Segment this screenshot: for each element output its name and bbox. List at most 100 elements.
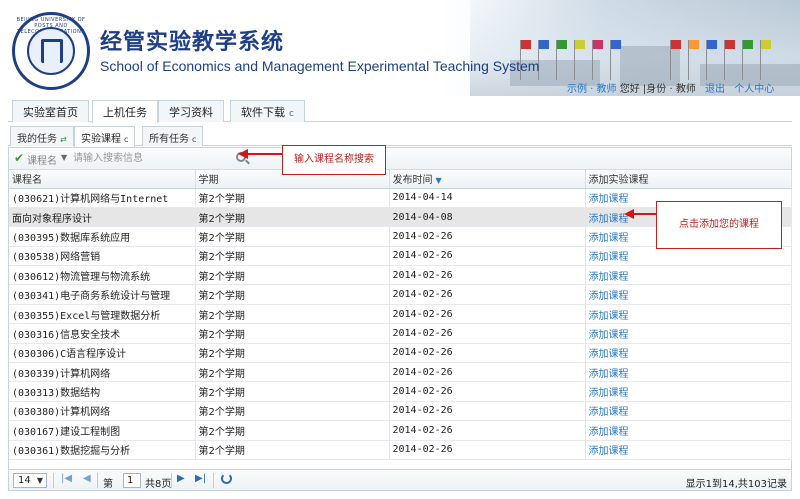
term-cell-text: 第2个学期 bbox=[198, 310, 245, 322]
refresh-icon[interactable]: c bbox=[289, 109, 294, 119]
table-row[interactable]: (030380)计算机网络 第2个学期 2014-02-26 添加课程 bbox=[9, 401, 792, 422]
publish-date-cell-text: 2014-02-26 bbox=[392, 230, 453, 242]
tab-software-download[interactable]: 软件下载 c bbox=[230, 100, 305, 122]
table-row[interactable]: (030316)信息安全技术 第2个学期 2014-02-26 添加课程 bbox=[9, 323, 792, 344]
term-cell: 第2个学期 bbox=[195, 226, 390, 247]
column-label: 学期 bbox=[198, 175, 219, 187]
course-name-cell: (030313)数据结构 bbox=[9, 381, 196, 402]
tab-label: 所有任务 bbox=[149, 134, 189, 145]
term-cell-text: 第2个学期 bbox=[198, 349, 245, 361]
course-name-cell: (030306)C语言程序设计 bbox=[9, 343, 196, 364]
personal-center-link[interactable]: 个人中心 bbox=[734, 84, 774, 95]
course-name-cell: (030339)计算机网络 bbox=[9, 362, 196, 383]
publish-date-cell: 2014-02-26 bbox=[389, 401, 586, 422]
add-course-link[interactable]: 添加课程 bbox=[589, 349, 629, 360]
term-cell-text: 第2个学期 bbox=[198, 291, 245, 303]
publish-date-cell-text: 2014-04-14 bbox=[392, 192, 453, 204]
refresh-icon[interactable]: ⇄ bbox=[60, 135, 67, 144]
publish-date-cell: 2014-02-26 bbox=[389, 265, 586, 286]
tab-label: 我的任务 bbox=[17, 134, 57, 145]
search-tip-callout: 输入课程名称搜索 bbox=[282, 145, 386, 175]
sub-tab-bar: 我的任务 ⇄ 实验课程 c 所有任务 c bbox=[8, 124, 792, 147]
column-label: 课程名 bbox=[12, 175, 42, 187]
chevron-down-icon: ▼ bbox=[36, 476, 43, 485]
term-cell-text: 第2个学期 bbox=[198, 213, 245, 225]
table-row[interactable]: (030306)C语言程序设计 第2个学期 2014-02-26 添加课程 bbox=[9, 343, 792, 364]
sort-desc-icon[interactable]: ▼ bbox=[436, 176, 442, 185]
add-course-link[interactable]: 添加课程 bbox=[589, 427, 629, 438]
tab-label: 学习资料 bbox=[169, 106, 213, 119]
add-course-cell: 添加课程 bbox=[585, 284, 792, 305]
add-course-link[interactable]: 添加课程 bbox=[589, 272, 629, 283]
term-cell-text: 第2个学期 bbox=[198, 388, 245, 400]
publish-date-cell-text: 2014-02-26 bbox=[392, 366, 453, 378]
search-tip-arrow bbox=[246, 153, 282, 155]
table-row[interactable]: (030313)数据结构 第2个学期 2014-02-26 添加课程 bbox=[9, 381, 792, 402]
tab-study-materials[interactable]: 学习资料 bbox=[158, 100, 224, 122]
table-row[interactable]: (030167)建设工程制图 第2个学期 2014-02-26 添加课程 bbox=[9, 420, 792, 441]
course-name-cell-text: (030612)物流管理与物流系统 bbox=[12, 271, 151, 283]
add-course-link[interactable]: 添加课程 bbox=[589, 407, 629, 418]
refresh-icon[interactable]: c bbox=[192, 135, 196, 144]
term-cell-text: 第2个学期 bbox=[198, 368, 245, 380]
tab-lab-courses[interactable]: 实验课程 c bbox=[74, 126, 136, 147]
table-row[interactable]: (030538)网络营销 第2个学期 2014-02-26 添加课程 bbox=[9, 246, 792, 267]
tab-my-tasks[interactable]: 我的任务 ⇄ bbox=[10, 126, 74, 146]
add-course-link[interactable]: 添加课程 bbox=[589, 214, 629, 225]
table-row[interactable]: (030341)电子商务系统设计与管理 第2个学期 2014-02-26 添加课程 bbox=[9, 284, 792, 305]
add-course-link[interactable]: 添加课程 bbox=[589, 388, 629, 399]
user-name-link[interactable]: 示例 · 教师 bbox=[567, 84, 617, 95]
page-size-select[interactable]: 14 ▼ bbox=[13, 473, 47, 488]
course-name-cell: (030355)Excel与管理数据分析 bbox=[9, 304, 196, 325]
table-row[interactable]: (030361)数据挖掘与分析 第2个学期 2014-02-26 添加课程 bbox=[9, 440, 792, 460]
publish-date-cell-text: 2014-02-26 bbox=[392, 424, 453, 436]
add-course-link[interactable]: 添加课程 bbox=[589, 311, 629, 322]
add-course-link[interactable]: 添加课程 bbox=[589, 369, 629, 380]
course-name-cell: (030621)计算机网络与Internet bbox=[9, 188, 196, 208]
tab-all-tasks[interactable]: 所有任务 c bbox=[142, 126, 204, 146]
term-cell-text: 第2个学期 bbox=[198, 271, 245, 283]
table-row[interactable]: (030612)物流管理与物流系统 第2个学期 2014-02-26 添加课程 bbox=[9, 265, 792, 286]
chevron-down-icon[interactable]: ▼ bbox=[61, 153, 67, 162]
term-cell: 第2个学期 bbox=[195, 323, 390, 344]
table-row[interactable]: (030355)Excel与管理数据分析 第2个学期 2014-02-26 添加课程 bbox=[9, 304, 792, 325]
tab-label: 实验课程 bbox=[81, 134, 121, 145]
page-number-input[interactable]: 1 bbox=[123, 473, 141, 488]
column-header-publish-date[interactable]: 发布时间 ▼ bbox=[389, 170, 586, 189]
publish-date-cell-text: 2014-02-26 bbox=[392, 327, 453, 339]
prev-page-icon[interactable]: ◀ bbox=[83, 473, 91, 484]
term-cell: 第2个学期 bbox=[195, 420, 390, 441]
add-course-link[interactable]: 添加课程 bbox=[589, 446, 629, 457]
search-input[interactable] bbox=[73, 151, 243, 166]
logout-link[interactable]: 退出 bbox=[705, 84, 725, 95]
publish-date-cell-text: 2014-02-26 bbox=[392, 405, 453, 417]
add-course-link[interactable]: 添加课程 bbox=[589, 252, 629, 263]
add-course-link[interactable]: 添加课程 bbox=[589, 233, 629, 244]
tab-lab-tasks[interactable]: 上机任务 bbox=[92, 100, 158, 123]
tab-label: 上机任务 bbox=[103, 106, 147, 119]
search-field-select[interactable]: 课程名 bbox=[27, 152, 57, 167]
last-page-icon[interactable]: ▶| bbox=[195, 473, 206, 484]
course-name-cell: (030612)物流管理与物流系统 bbox=[9, 265, 196, 286]
course-name-cell-text: (030313)数据结构 bbox=[12, 388, 101, 400]
publish-date-cell: 2014-02-26 bbox=[389, 323, 586, 344]
add-course-link[interactable]: 添加课程 bbox=[589, 291, 629, 302]
role-text: |身份 · 教师 bbox=[642, 84, 696, 95]
tab-lab-home[interactable]: 实验室首页 bbox=[12, 100, 89, 122]
refresh-icon[interactable]: c bbox=[124, 135, 128, 144]
next-page-icon[interactable]: ▶ bbox=[177, 473, 185, 484]
course-name-cell-text: (030316)信息安全技术 bbox=[12, 329, 121, 341]
course-name-cell-text: (030395)数据库系统应用 bbox=[12, 232, 131, 244]
check-icon: ✔ bbox=[14, 151, 25, 165]
page-number-value: 1 bbox=[127, 475, 134, 486]
add-course-link[interactable]: 添加课程 bbox=[589, 194, 629, 205]
publish-date-cell: 2014-04-14 bbox=[389, 188, 586, 208]
table-row[interactable]: (030339)计算机网络 第2个学期 2014-02-26 添加课程 bbox=[9, 362, 792, 383]
column-header-course-name[interactable]: 课程名 bbox=[9, 170, 196, 189]
refresh-icon[interactable] bbox=[221, 473, 232, 484]
page-prefix: 第 bbox=[103, 479, 113, 490]
publish-date-cell-text: 2014-02-26 bbox=[392, 250, 453, 262]
main-tab-bar: 实验室首页 上机任务 学习资料 软件下载 c bbox=[8, 98, 792, 123]
first-page-icon[interactable]: |◀ bbox=[61, 473, 72, 484]
add-course-link[interactable]: 添加课程 bbox=[589, 330, 629, 341]
